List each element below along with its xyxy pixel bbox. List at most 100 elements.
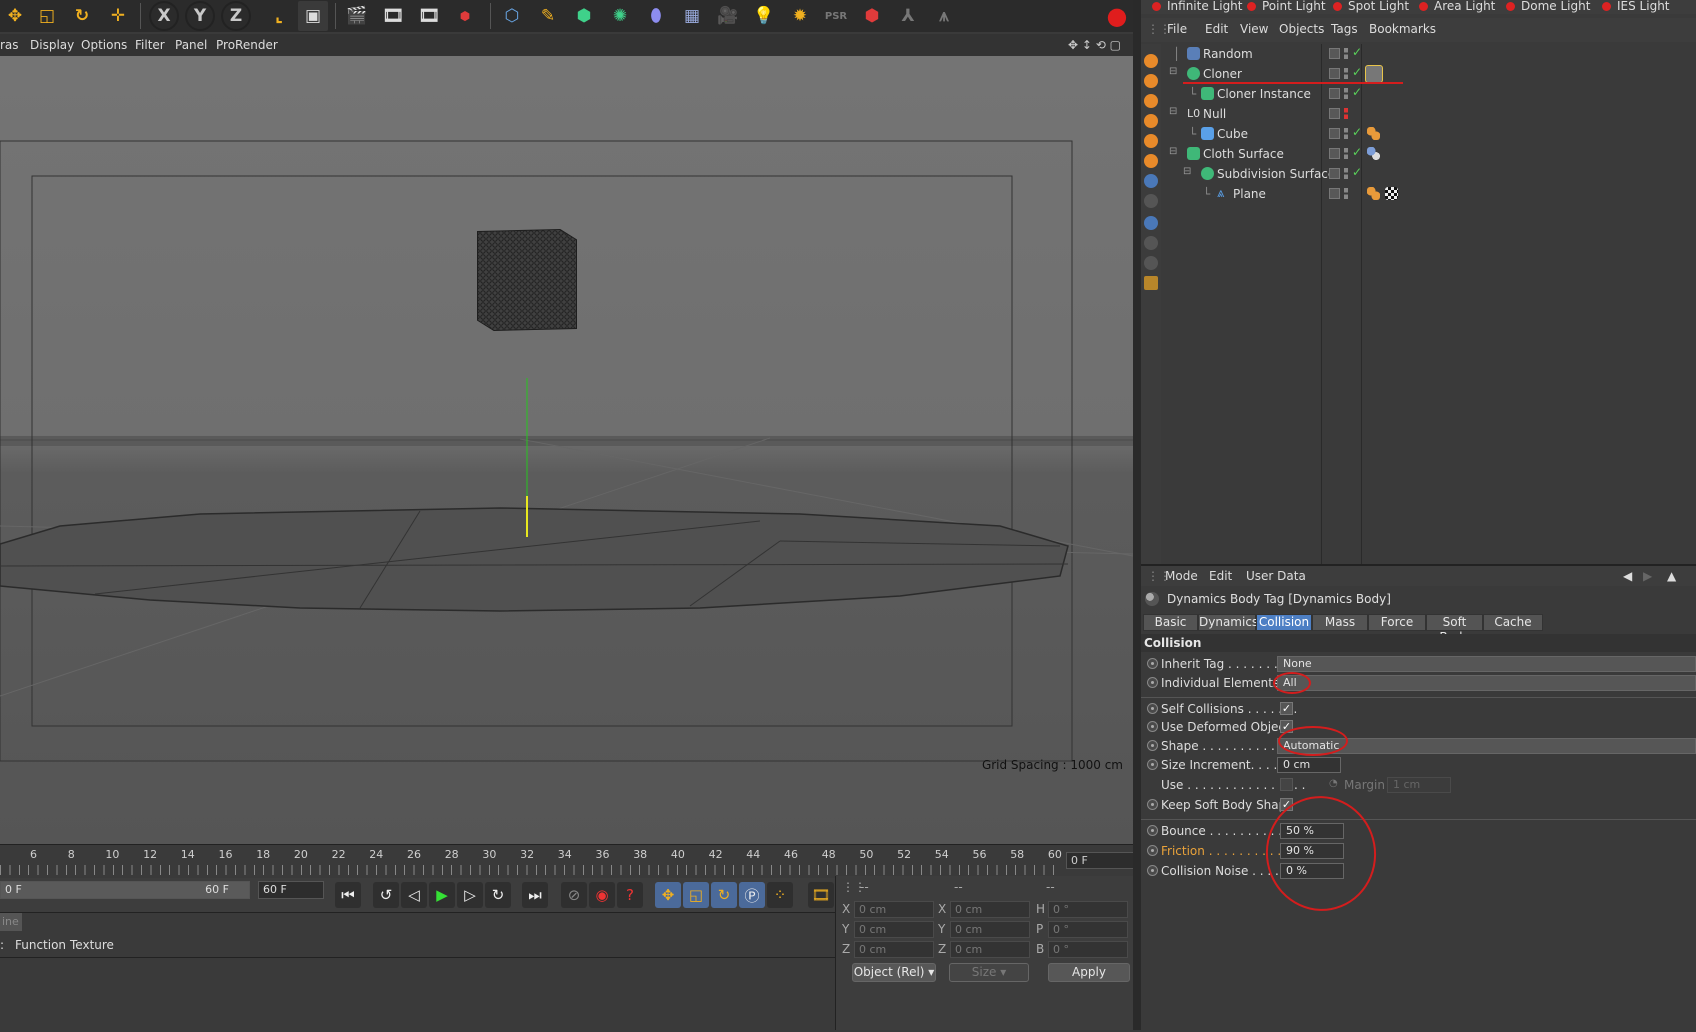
use-deformed-object-checkbox[interactable]: ✓ <box>1280 720 1293 733</box>
render-region-icon[interactable]: ▣ <box>298 1 328 31</box>
tab-collision[interactable]: Collision <box>1256 614 1312 631</box>
point-mode-icon[interactable] <box>1144 114 1158 128</box>
previous-key-icon[interactable]: ↺ <box>373 882 399 908</box>
key-rotation-icon[interactable]: ↻ <box>711 882 737 908</box>
tab-soft-body[interactable]: Soft Body <box>1426 614 1483 644</box>
key-pla-icon[interactable]: ⁘ <box>767 882 793 908</box>
animate-radio-icon[interactable] <box>1147 677 1158 688</box>
collapse-icon[interactable]: ⊟ <box>1169 106 1177 117</box>
move-tool-icon[interactable]: ✥ <box>0 1 30 31</box>
rotation-p-field[interactable]: 0 ° <box>1048 921 1128 938</box>
menu-edit[interactable]: Edit <box>1205 22 1228 36</box>
visibility-dots[interactable] <box>1344 68 1348 79</box>
menu-bookmarks[interactable]: Bookmarks <box>1369 22 1436 36</box>
tab-dynamics[interactable]: Dynamics <box>1198 614 1258 631</box>
polygon-mode-icon[interactable] <box>1144 154 1158 168</box>
3d-viewport[interactable]: Grid Spacing : 1000 cm <box>0 56 1133 844</box>
next-key-icon[interactable]: ↻ <box>485 882 511 908</box>
light-point[interactable]: Point Light <box>1247 0 1326 13</box>
menu-file[interactable]: File <box>1167 22 1187 36</box>
collider-tag-icon[interactable] <box>1367 127 1380 140</box>
animate-radio-icon[interactable] <box>1147 759 1158 770</box>
locked-workplane-icon[interactable] <box>1144 236 1158 250</box>
collapse-icon[interactable]: ⊟ <box>1183 166 1191 177</box>
sculpt-icon[interactable] <box>1144 276 1158 290</box>
subdivision-generator-icon[interactable]: ⬢ <box>569 1 599 31</box>
help-keys-icon[interactable]: ? <box>617 882 643 908</box>
guides-icon[interactable]: ⩚ <box>929 1 959 31</box>
size-y-field[interactable]: 0 cm <box>950 921 1030 938</box>
viewport-nav-icon[interactable]: ✥ ↕ ⟲ ▢ <box>1068 38 1121 52</box>
rotation-h-field[interactable]: 0 ° <box>1048 901 1128 918</box>
menu-options[interactable]: Options <box>81 38 127 52</box>
menu-prorender[interactable]: ProRender <box>216 38 278 52</box>
material-checker-icon[interactable] <box>1385 187 1398 200</box>
key-parameter-icon[interactable]: Ⓟ <box>739 882 765 908</box>
tab-force[interactable]: Force <box>1368 614 1426 631</box>
cloth-tag-icon[interactable] <box>1367 147 1380 160</box>
render-view-icon[interactable]: 🎬 <box>342 1 372 31</box>
animate-radio-icon[interactable] <box>1147 799 1158 810</box>
animate-radio-icon[interactable] <box>1147 703 1158 714</box>
coordinate-mode-dropdown[interactable]: Object (Rel) ▾ <box>852 963 936 982</box>
object-row-subdivision-surface[interactable]: ⊟ Subdivision Surface ✓ <box>1161 164 1696 184</box>
back-arrow-icon[interactable]: ◀ <box>1623 569 1632 583</box>
visibility-editor-toggle[interactable] <box>1329 68 1340 79</box>
margin-radio-icon[interactable]: ◔ <box>1329 778 1338 789</box>
light-spot[interactable]: Spot Light <box>1333 0 1409 13</box>
friction-field[interactable]: 90 % <box>1280 843 1344 859</box>
panel-tab[interactable]: ine <box>0 913 22 931</box>
visibility-dots-hidden[interactable] <box>1344 108 1348 119</box>
size-x-field[interactable]: 0 cm <box>950 901 1030 918</box>
visibility-dots[interactable] <box>1344 148 1348 159</box>
timeline-ruler[interactable]: 6 8 10 12 14 16 18 20 22 24 26 28 30 32 34 36 38 40 42 44 46… <box>0 844 1133 879</box>
axis-mode-icon[interactable] <box>1144 194 1158 208</box>
dynamics-tag-icon[interactable] <box>1367 187 1380 200</box>
menu-objects[interactable]: Objects <box>1279 22 1324 36</box>
key-position-icon[interactable]: ✥ <box>655 882 681 908</box>
deformer-icon[interactable]: ⬮ <box>641 1 671 31</box>
object-row-random[interactable]: │ Random ✓ <box>1161 44 1696 64</box>
camera-icon[interactable]: 🎥 <box>713 1 743 31</box>
menu-panel[interactable]: Panel <box>175 38 207 52</box>
light-area[interactable]: Area Light <box>1419 0 1495 13</box>
light-bulb-icon[interactable]: 💡 <box>749 1 779 31</box>
menu-user-data[interactable]: User Data <box>1246 569 1306 583</box>
go-to-start-icon[interactable]: ⏮ <box>335 882 361 908</box>
object-row-cloner-instance[interactable]: └ Cloner Instance ✓ <box>1161 84 1696 104</box>
menu-edit[interactable]: Edit <box>1209 569 1232 583</box>
visibility-editor-toggle[interactable] <box>1329 188 1340 199</box>
visibility-editor-toggle[interactable] <box>1329 108 1340 119</box>
light-dome[interactable]: Dome Light <box>1506 0 1590 13</box>
texture-mode-icon[interactable] <box>1144 74 1158 88</box>
visibility-dots[interactable] <box>1344 88 1348 99</box>
model-mode-icon[interactable] <box>1144 54 1158 68</box>
apply-button[interactable]: Apply <box>1048 963 1130 982</box>
use-margin-checkbox[interactable] <box>1280 778 1293 791</box>
psr-icon[interactable]: PSR <box>821 1 851 31</box>
size-mode-dropdown[interactable]: Size ▾ <box>949 963 1029 982</box>
enabled-check-icon[interactable]: ✓ <box>1352 145 1362 159</box>
self-collisions-checkbox[interactable]: ✓ <box>1280 702 1293 715</box>
key-scale-icon[interactable]: ◱ <box>683 882 709 908</box>
y-axis-lock-button[interactable]: Y <box>185 1 215 31</box>
light-ies[interactable]: IES Light <box>1602 0 1670 13</box>
menu-display[interactable]: Display <box>30 38 74 52</box>
size-increment-field[interactable]: 0 cm <box>1277 757 1341 773</box>
sky-sun-icon[interactable]: ✹ <box>785 1 815 31</box>
light-infinite[interactable]: Infinite Light <box>1152 0 1243 13</box>
visibility-editor-toggle[interactable] <box>1329 88 1340 99</box>
snap-icon[interactable] <box>1144 174 1158 188</box>
menu-filter[interactable]: Filter <box>135 38 165 52</box>
inherit-tag-dropdown[interactable]: None <box>1277 656 1696 672</box>
next-frame-icon[interactable]: ▷ <box>457 882 483 908</box>
menu-mode[interactable]: Mode <box>1165 569 1198 583</box>
animate-radio-icon[interactable] <box>1147 740 1158 751</box>
dynamics-body-tag-icon[interactable] <box>1365 65 1383 83</box>
margin-field[interactable]: 1 cm <box>1387 777 1451 793</box>
shape-dropdown[interactable]: Automatic <box>1277 738 1696 754</box>
record-keys-icon[interactable]: ⬢ <box>857 1 887 31</box>
animate-radio-icon[interactable] <box>1147 845 1158 856</box>
object-row-cloner[interactable]: ⊟ Cloner ✓ <box>1161 64 1696 84</box>
go-to-end-icon[interactable]: ⏭ <box>522 882 548 908</box>
